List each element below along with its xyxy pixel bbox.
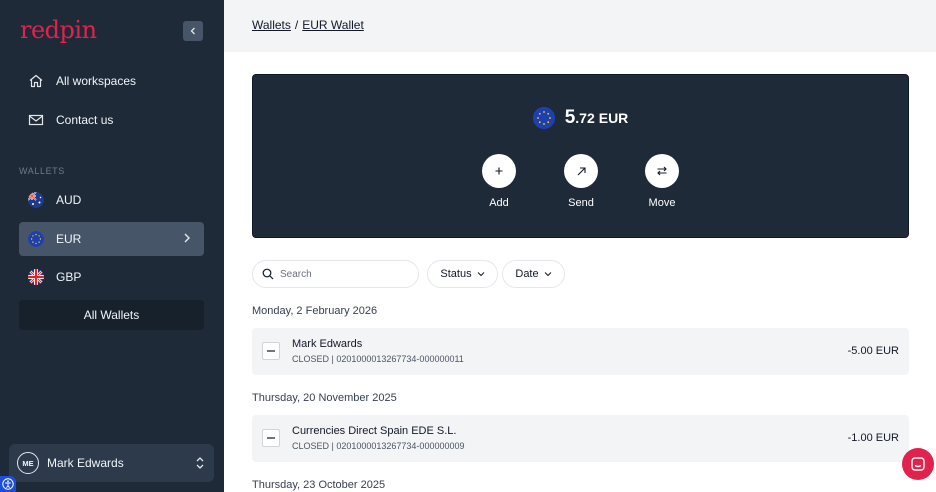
- status-filter-label: Status: [440, 268, 472, 280]
- australia-flag-icon: [27, 191, 45, 209]
- transaction-name: Mark Edwards: [292, 338, 363, 350]
- nav-contact-us-label: Contact us: [56, 113, 114, 127]
- transaction-amount: -1.00 EUR: [847, 432, 899, 444]
- balance-currency: EUR: [598, 110, 629, 126]
- transaction-date-heading: Thursday, 20 November 2025: [252, 392, 397, 404]
- search-field[interactable]: [252, 260, 419, 288]
- collapse-sidebar-button[interactable]: [183, 21, 203, 41]
- user-menu[interactable]: ME Mark Edwards: [9, 444, 214, 482]
- breadcrumb-wallets-link[interactable]: Wallets: [252, 18, 291, 32]
- sidebar-wallet-gbp[interactable]: GBP: [19, 260, 204, 294]
- chevron-down-icon: [544, 272, 551, 277]
- user-name: Mark Edwards: [47, 456, 124, 470]
- mail-icon: [27, 111, 45, 129]
- chevron-up-down-icon: [196, 457, 204, 469]
- nav-all-workspaces-label: All workspaces: [56, 74, 137, 88]
- swap-arrows-icon: [645, 154, 679, 188]
- accessibility-icon: [2, 478, 14, 490]
- add-button[interactable]: Add: [469, 154, 529, 209]
- add-label: Add: [489, 197, 509, 209]
- breadcrumb: Wallets / EUR Wallet: [252, 18, 364, 32]
- send-button[interactable]: Send: [551, 154, 611, 209]
- search-input[interactable]: [280, 268, 400, 280]
- balance-integer: 5: [564, 107, 576, 128]
- minus-icon: [262, 429, 280, 447]
- uk-flag-icon: [27, 268, 45, 286]
- search-icon: [262, 268, 274, 280]
- breadcrumb-separator: /: [294, 18, 299, 32]
- eu-flag-icon: [532, 107, 555, 129]
- chat-icon: [911, 457, 925, 471]
- sidebar-wallet-eur[interactable]: EUR: [19, 222, 204, 256]
- balance-card: 5.72 EUR Add Send Move: [252, 74, 909, 238]
- top-bar: Wallets / EUR Wallet: [224, 0, 936, 52]
- accessibility-button[interactable]: [0, 476, 16, 492]
- nav-contact-us[interactable]: Contact us: [19, 103, 204, 137]
- send-label: Send: [568, 197, 594, 209]
- sidebar: redpin All workspaces Contact us WALLETS…: [0, 0, 224, 492]
- plus-icon: [482, 154, 516, 188]
- nav-all-workspaces[interactable]: All workspaces: [19, 64, 204, 98]
- minus-icon: [262, 342, 280, 360]
- transaction-amount: -5.00 EUR: [847, 345, 899, 357]
- home-icon: [27, 72, 45, 90]
- transaction-name: Currencies Direct Spain EDE S.L.: [292, 425, 457, 437]
- move-button[interactable]: Move: [632, 154, 692, 209]
- balance-display: 5.72 EUR: [253, 107, 908, 129]
- transaction-row[interactable]: Currencies Direct Spain EDE S.L. CLOSED …: [252, 415, 909, 462]
- date-filter-label: Date: [515, 268, 539, 280]
- avatar: ME: [17, 452, 39, 474]
- transaction-status-reference: CLOSED | 0201000013267734-000000009: [292, 441, 465, 451]
- chevron-down-icon: [477, 272, 484, 277]
- sidebar-wallet-aud-label: AUD: [56, 193, 82, 207]
- breadcrumb-current-link[interactable]: EUR Wallet: [302, 18, 364, 32]
- eu-flag-icon: [27, 230, 45, 248]
- status-filter[interactable]: Status: [427, 260, 498, 288]
- arrow-up-right-icon: [564, 154, 598, 188]
- balance-decimal: .72: [575, 110, 595, 126]
- sidebar-wallet-eur-label: EUR: [56, 232, 82, 246]
- wallets-section-label: WALLETS: [19, 166, 65, 176]
- all-wallets-button[interactable]: All Wallets: [19, 300, 204, 330]
- chevron-right-icon: [184, 233, 190, 243]
- move-label: Move: [648, 197, 676, 209]
- transaction-status-reference: CLOSED | 0201000013267734-000000011: [292, 354, 464, 364]
- transaction-date-heading: Monday, 2 February 2026: [252, 305, 378, 317]
- redpin-logo[interactable]: redpin: [20, 16, 97, 44]
- transaction-row[interactable]: Mark Edwards CLOSED | 0201000013267734-0…: [252, 328, 909, 375]
- transaction-date-heading: Thursday, 23 October 2025: [252, 479, 386, 491]
- sidebar-wallet-aud[interactable]: AUD: [19, 183, 204, 217]
- sidebar-wallet-gbp-label: GBP: [56, 270, 82, 284]
- chat-button[interactable]: [902, 448, 934, 480]
- chevron-left-icon: [190, 27, 195, 35]
- date-filter[interactable]: Date: [502, 260, 565, 288]
